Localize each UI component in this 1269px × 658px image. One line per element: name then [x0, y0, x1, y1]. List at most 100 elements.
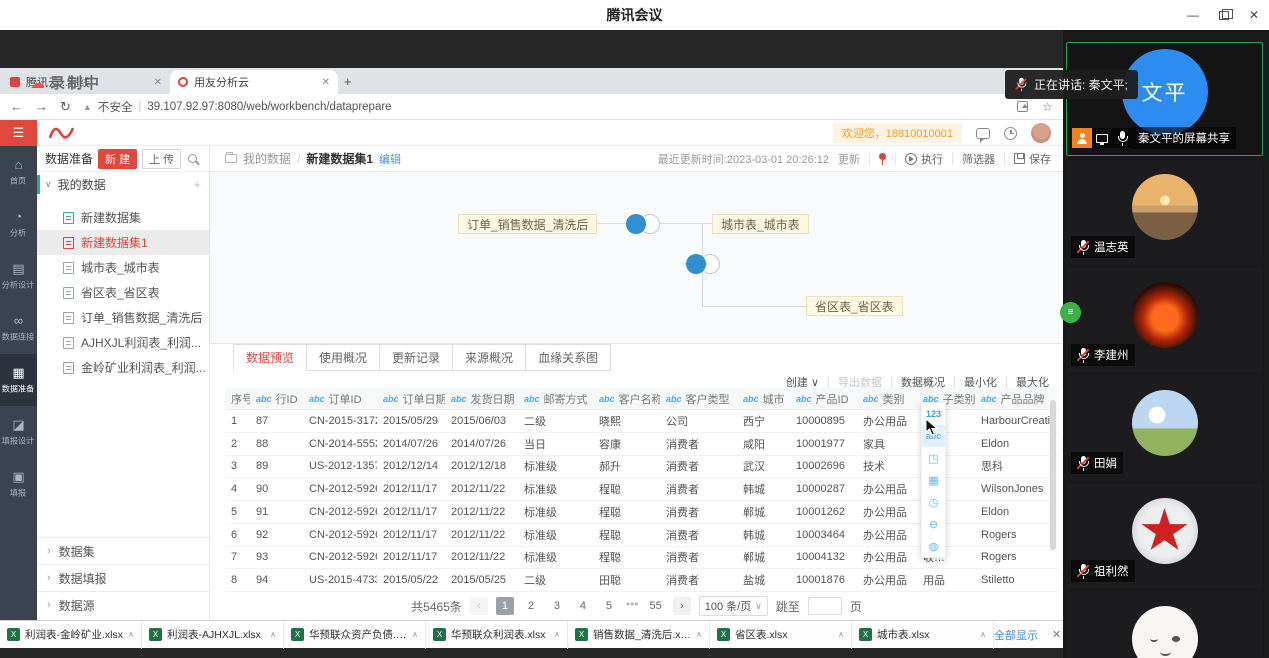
type-option-date[interactable]: ▦: [922, 469, 945, 491]
chevron-up-icon[interactable]: ∧: [128, 630, 134, 639]
flow-node-province[interactable]: 省区表_省区表: [806, 296, 903, 316]
page-4[interactable]: 4: [574, 597, 592, 615]
chevron-up-icon[interactable]: ∧: [696, 630, 702, 639]
tree-item[interactable]: 订单_销售数据_清洗后: [37, 305, 209, 330]
breadcrumb-root[interactable]: 我的数据: [243, 150, 291, 167]
col-header-行ID[interactable]: abc行ID: [250, 388, 303, 409]
next-page-button[interactable]: ›: [673, 597, 691, 615]
download-item[interactable]: X华预联众资产负债....xlsx∧: [284, 621, 426, 649]
user-avatar[interactable]: [1031, 123, 1051, 143]
download-item[interactable]: X利润表-AJHXJL.xlsx∧: [142, 621, 284, 649]
participant-tile[interactable]: 祖利然: [1066, 484, 1263, 588]
chevron-up-icon[interactable]: ∧: [980, 630, 986, 639]
tab-使用概况[interactable]: 使用概况: [306, 344, 380, 371]
sidebar-item-data-prepare[interactable]: ▦数据准备: [0, 354, 37, 406]
join-icon[interactable]: [686, 254, 706, 274]
chevron-up-icon[interactable]: ∧: [270, 630, 276, 639]
refresh-link[interactable]: 更新: [838, 151, 860, 167]
hamburger-menu[interactable]: ☰: [0, 120, 37, 146]
participant-tile[interactable]: 温志英: [1066, 160, 1263, 264]
tree-item[interactable]: 新建数据集1: [37, 230, 209, 255]
show-all-downloads-link[interactable]: 全部显示: [994, 627, 1038, 643]
download-item[interactable]: X省区表.xlsx∧: [710, 621, 852, 649]
sidebar-item-analysis[interactable]: ◔分析: [0, 198, 37, 250]
type-option-datetime[interactable]: ◳: [922, 447, 945, 469]
participant-tile[interactable]: 田娟: [1066, 376, 1263, 480]
restore-icon[interactable]: [1219, 11, 1229, 20]
download-item[interactable]: X利润表-金岭矿业.xlsx∧: [0, 621, 142, 649]
message-icon[interactable]: [976, 128, 990, 139]
browser-tab-2[interactable]: 用友分析云 ✕: [170, 70, 338, 94]
page-55[interactable]: 55: [646, 597, 664, 615]
col-header-产品品牌[interactable]: abc产品品牌: [975, 388, 1053, 409]
chevron-up-icon[interactable]: ∧: [412, 630, 418, 639]
jump-page-input[interactable]: [808, 597, 842, 615]
page-size-select[interactable]: 100 条/页∨: [699, 596, 768, 616]
share-page-icon[interactable]: [1017, 101, 1028, 112]
tree-item[interactable]: 新建数据集: [37, 205, 209, 230]
col-header-客户类型[interactable]: abc客户类型: [660, 388, 737, 409]
flow-node-orders[interactable]: 订单_销售数据_清洗后: [458, 214, 597, 234]
bookmark-star-icon[interactable]: ☆: [1042, 100, 1053, 114]
tab-血缘关系图[interactable]: 血缘关系图: [525, 344, 611, 371]
panel-section-数据源[interactable]: ›数据源: [37, 591, 209, 618]
page-5[interactable]: 5: [600, 597, 618, 615]
type-option-time[interactable]: ◷: [922, 491, 945, 513]
download-item[interactable]: X销售数据_清洗后.xlsx∧: [568, 621, 710, 649]
col-header-类别[interactable]: abc类别: [857, 388, 917, 409]
chevron-up-icon[interactable]: ∧: [554, 630, 560, 639]
add-icon[interactable]: +: [193, 177, 201, 192]
close-icon[interactable]: ✕: [1249, 8, 1259, 22]
reload-icon[interactable]: ↻: [60, 99, 71, 115]
col-header-客户名称[interactable]: abc客户名称: [593, 388, 660, 409]
address-field[interactable]: ▲ 不安全 | 39.107.92.97:8080/web/workbench/…: [83, 99, 392, 115]
join-icon[interactable]: [626, 214, 646, 234]
assistant-float-button[interactable]: ≡: [1060, 302, 1081, 323]
col-header-订单ID[interactable]: abc订单ID: [303, 388, 377, 409]
tree-root-row[interactable]: ∨ 我的数据 +: [37, 172, 209, 197]
tree-item[interactable]: 金岭矿业利润表_利润...: [37, 355, 209, 380]
tab2-close-icon[interactable]: ✕: [322, 77, 330, 88]
download-item[interactable]: X华预联众利润表.xlsx∧: [426, 621, 568, 649]
tab-来源概况[interactable]: 来源概况: [452, 344, 526, 371]
col-header-序号[interactable]: 序号: [225, 388, 250, 409]
tab-更新记录[interactable]: 更新记录: [379, 344, 453, 371]
close-downloads-icon[interactable]: ✕: [1052, 628, 1061, 641]
participant-tile[interactable]: 李建州: [1066, 268, 1263, 372]
tree-item[interactable]: 省区表_省区表: [37, 280, 209, 305]
page-2[interactable]: 2: [522, 597, 540, 615]
tab-数据预览[interactable]: 数据预览: [233, 344, 307, 371]
col-header-产品ID[interactable]: abc产品ID: [790, 388, 857, 409]
upload-button[interactable]: 上 传: [142, 149, 181, 169]
save-button[interactable]: 保存: [1014, 151, 1051, 167]
col-header-发货日期[interactable]: abc发货日期: [445, 388, 518, 409]
page-1[interactable]: 1: [496, 597, 514, 615]
search-icon[interactable]: [188, 154, 197, 163]
history-icon[interactable]: [1004, 127, 1017, 140]
panel-section-数据集[interactable]: ›数据集: [37, 537, 209, 564]
participant-tile[interactable]: [1066, 592, 1263, 658]
execute-button[interactable]: 执行: [905, 151, 943, 167]
forward-icon[interactable]: →: [35, 99, 48, 114]
flow-node-city[interactable]: 城市表_城市表: [712, 214, 809, 234]
filter-button[interactable]: 筛选器: [962, 151, 995, 167]
prev-page-button[interactable]: ‹: [470, 597, 488, 615]
sidebar-item-report[interactable]: ▣填报: [0, 458, 37, 510]
edit-link[interactable]: 编辑: [379, 151, 401, 167]
download-item[interactable]: X城市表.xlsx∧: [852, 621, 994, 649]
table-scrollbar[interactable]: [1050, 400, 1056, 550]
new-dataset-button[interactable]: 新 建: [98, 149, 137, 169]
col-header-订单日期[interactable]: abc订单日期: [377, 388, 445, 409]
tree-item[interactable]: AJHXJL利润表_利润...: [37, 330, 209, 355]
type-option-other2[interactable]: ◍: [922, 535, 945, 557]
sidebar-item-home[interactable]: ⌂首页: [0, 146, 37, 198]
back-icon[interactable]: ←: [10, 99, 23, 114]
sidebar-item-analysis-design[interactable]: ▤分析设计: [0, 250, 37, 302]
panel-section-数据填报[interactable]: ›数据填报: [37, 564, 209, 591]
participant-tile-sharer[interactable]: 文平 秦文平的屏幕共享: [1066, 42, 1263, 156]
pin-icon[interactable]: [879, 153, 886, 160]
page-3[interactable]: 3: [548, 597, 566, 615]
col-header-邮寄方式[interactable]: abc邮寄方式: [518, 388, 593, 409]
chevron-up-icon[interactable]: ∧: [838, 630, 844, 639]
type-option-other1[interactable]: ⊖: [922, 513, 945, 535]
